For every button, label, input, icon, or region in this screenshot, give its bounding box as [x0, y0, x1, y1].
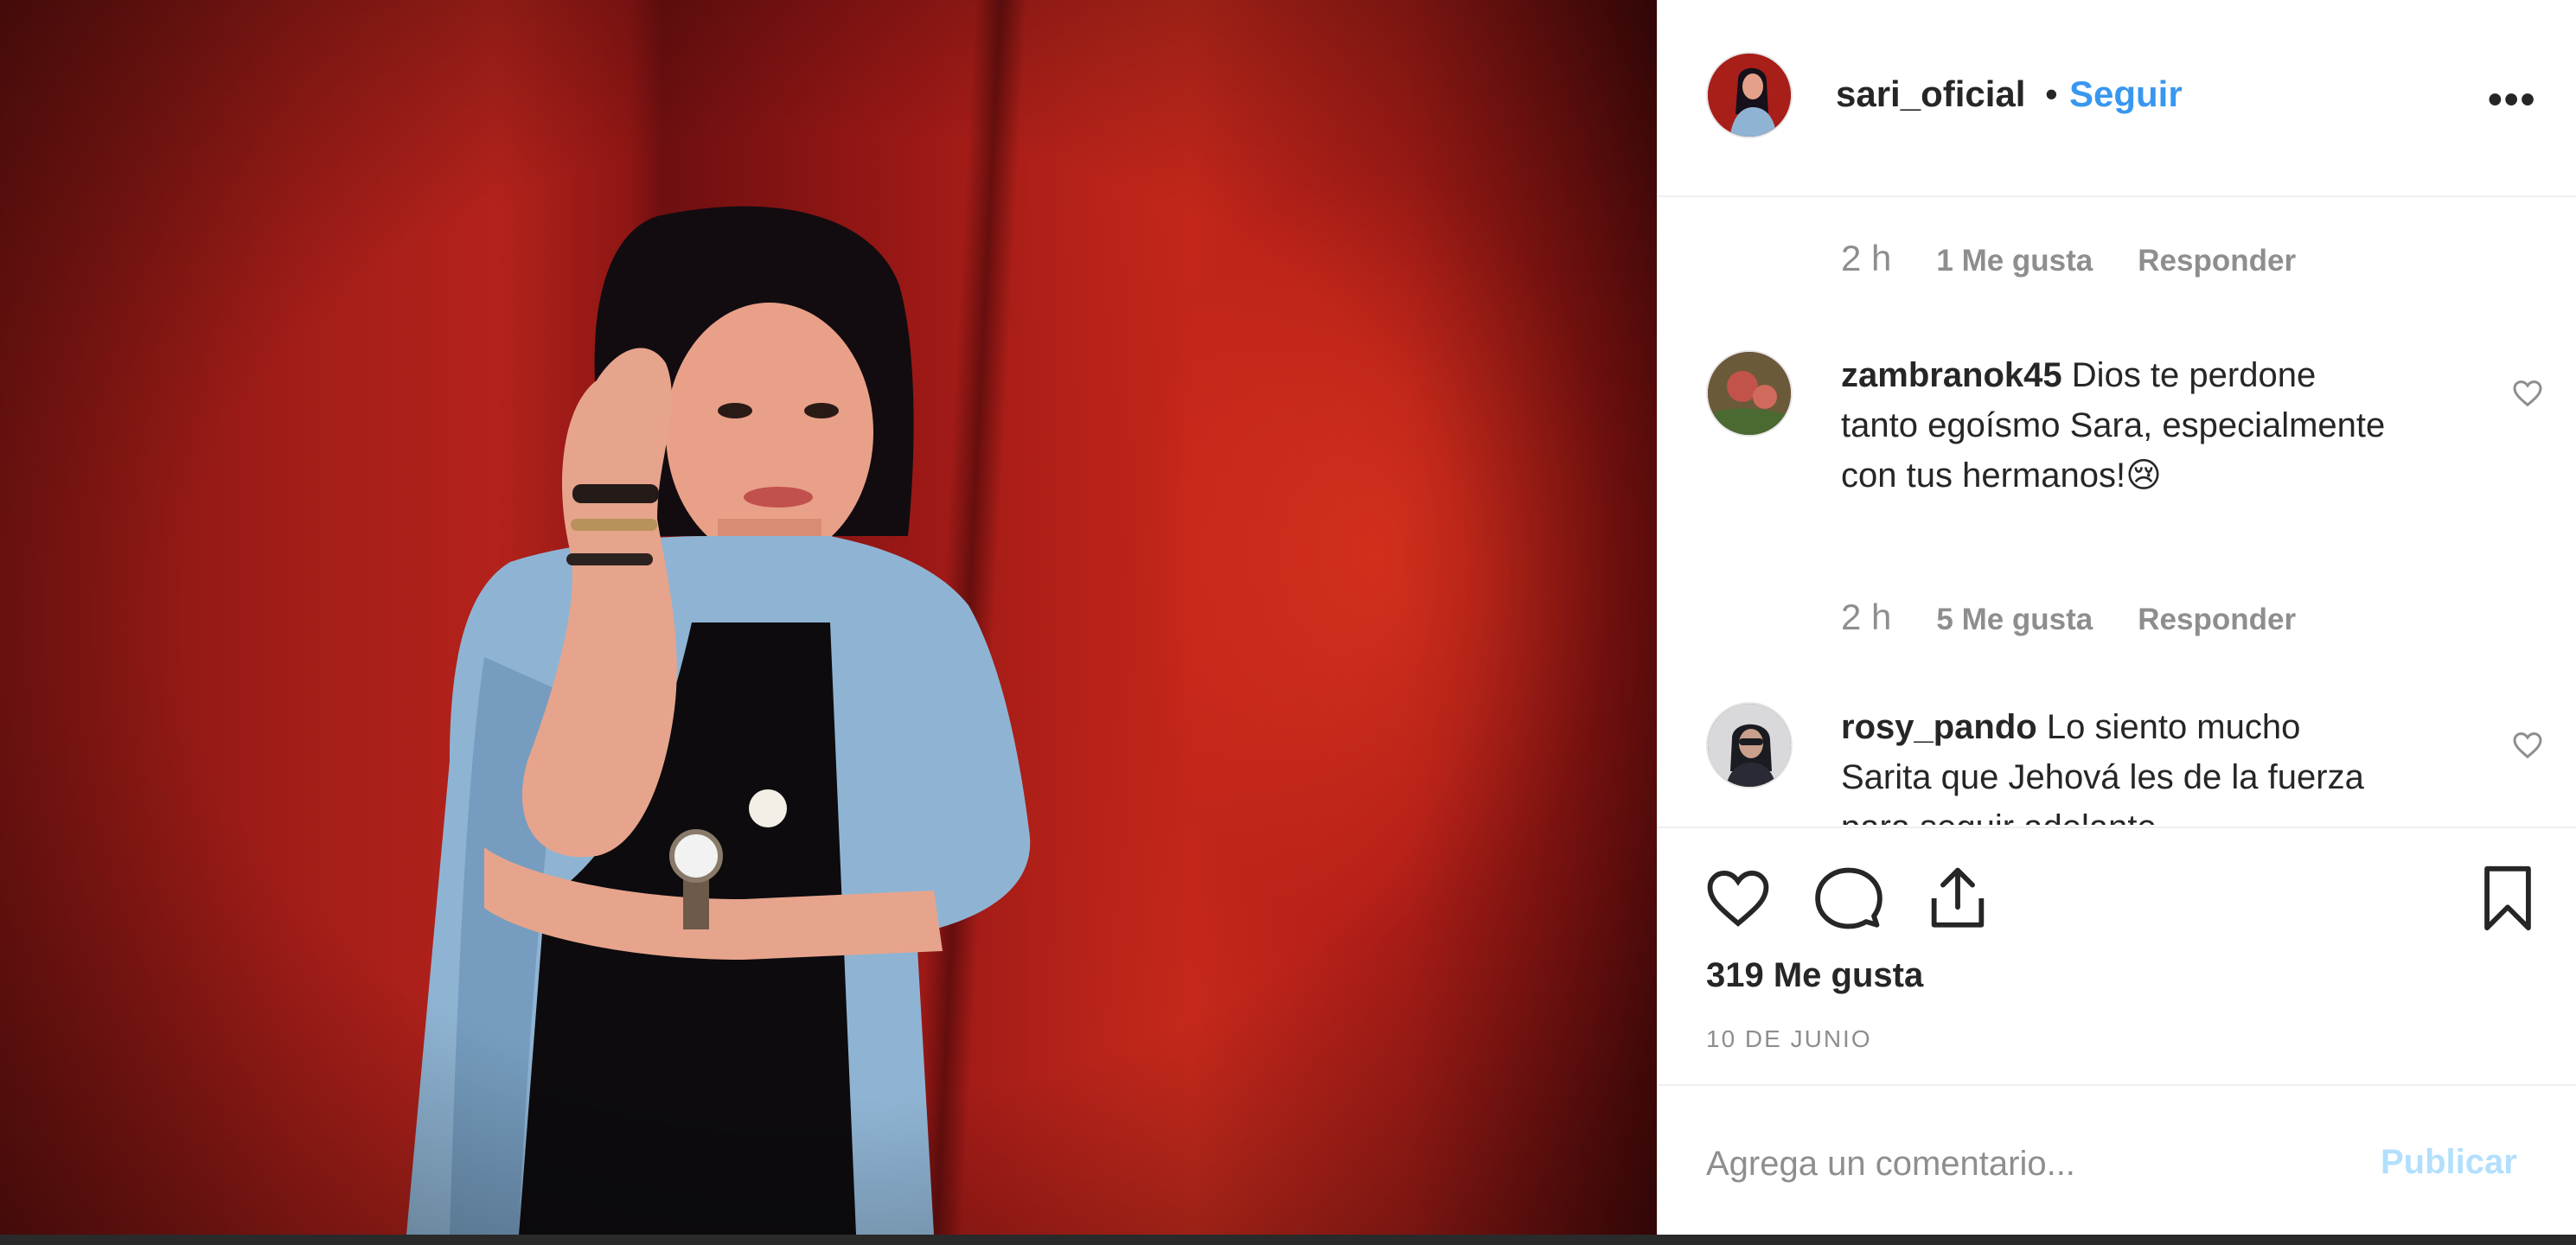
commenter-username[interactable]: zambranok45	[1841, 356, 2062, 394]
publish-button[interactable]: Publicar	[2381, 1143, 2517, 1182]
black-top-shape	[519, 622, 856, 1235]
comment-text-block: rosy_pando Lo siento mucho Sarita que Je…	[1841, 702, 2394, 825]
jacket-shading	[450, 657, 562, 1235]
comment-meta: 2 h 5 Me gusta Responder	[1841, 597, 2296, 638]
crossed-arm-shape	[484, 847, 943, 960]
reply-button[interactable]: Responder	[2138, 244, 2296, 278]
more-options-icon[interactable]: •••	[2488, 76, 2536, 124]
right-eye	[804, 403, 839, 418]
post-actions: 319 Me gusta 10 DE JUNIO	[1658, 827, 2576, 1086]
comment-composer: Publicar	[1658, 1084, 2576, 1235]
comment-time[interactable]: 2 h	[1841, 238, 1891, 279]
post-side-panel: sari_oficial • Seguir ••• 2 h 1 Me gusta…	[1657, 0, 2576, 1235]
commenter-username[interactable]: rosy_pando	[1841, 708, 2037, 746]
comment-like-icon[interactable]	[2510, 376, 2545, 411]
watch-face	[669, 829, 723, 883]
comments-list[interactable]: 2 h 1 Me gusta Responder zambranok45 Dio…	[1658, 199, 2576, 825]
comment-item: zambranok45 Dios te perdone tanto egoísm…	[1706, 350, 2542, 558]
person-illustration	[406, 206, 1031, 1235]
pendant	[749, 789, 787, 827]
comment-input[interactable]	[1706, 1138, 2329, 1190]
lips	[744, 487, 813, 508]
denim-jacket-shape	[406, 536, 1031, 1235]
comment-like-icon[interactable]	[2510, 728, 2545, 763]
comment-item: rosy_pando Lo siento mucho Sarita que Je…	[1706, 702, 2542, 825]
commenter-avatar[interactable]	[1706, 350, 1793, 437]
share-icon[interactable]	[1922, 863, 1993, 934]
left-eye	[718, 403, 752, 418]
post-header: sari_oficial • Seguir •••	[1658, 0, 2576, 197]
comment-meta: 2 h 1 Me gusta Responder	[1841, 238, 2296, 279]
comment-likes[interactable]: 5 Me gusta	[1936, 603, 2093, 637]
bracelets	[572, 484, 659, 503]
wall-edge-shadow	[910, 0, 1027, 1235]
header-separator: •	[2045, 73, 2058, 114]
watch-band	[683, 843, 709, 929]
hair-shape	[594, 206, 914, 536]
commenter-avatar[interactable]	[1706, 702, 1793, 788]
bookmark-icon[interactable]	[2472, 863, 2543, 934]
neck-shape	[718, 519, 821, 614]
reply-button[interactable]: Responder	[2138, 603, 2296, 637]
bottom-strip	[0, 1235, 2576, 1245]
comment-likes[interactable]: 1 Me gusta	[1936, 244, 2093, 278]
author-username[interactable]: sari_oficial	[1836, 73, 2025, 115]
comment-bubble-icon[interactable]	[1813, 863, 1884, 934]
post-date[interactable]: 10 DE JUNIO	[1706, 1025, 1872, 1053]
comment-text-block: zambranok45 Dios te perdone tanto egoísm…	[1841, 350, 2394, 501]
author-avatar[interactable]	[1706, 52, 1793, 138]
face-shape	[666, 303, 873, 562]
post-photo[interactable]	[0, 0, 1657, 1235]
heart-icon[interactable]	[1703, 863, 1774, 934]
likes-count[interactable]: 319 Me gusta	[1706, 956, 1923, 995]
follow-button[interactable]: Seguir	[2069, 73, 2183, 115]
comment-time[interactable]: 2 h	[1841, 597, 1891, 638]
raised-arm-shape	[521, 348, 677, 858]
